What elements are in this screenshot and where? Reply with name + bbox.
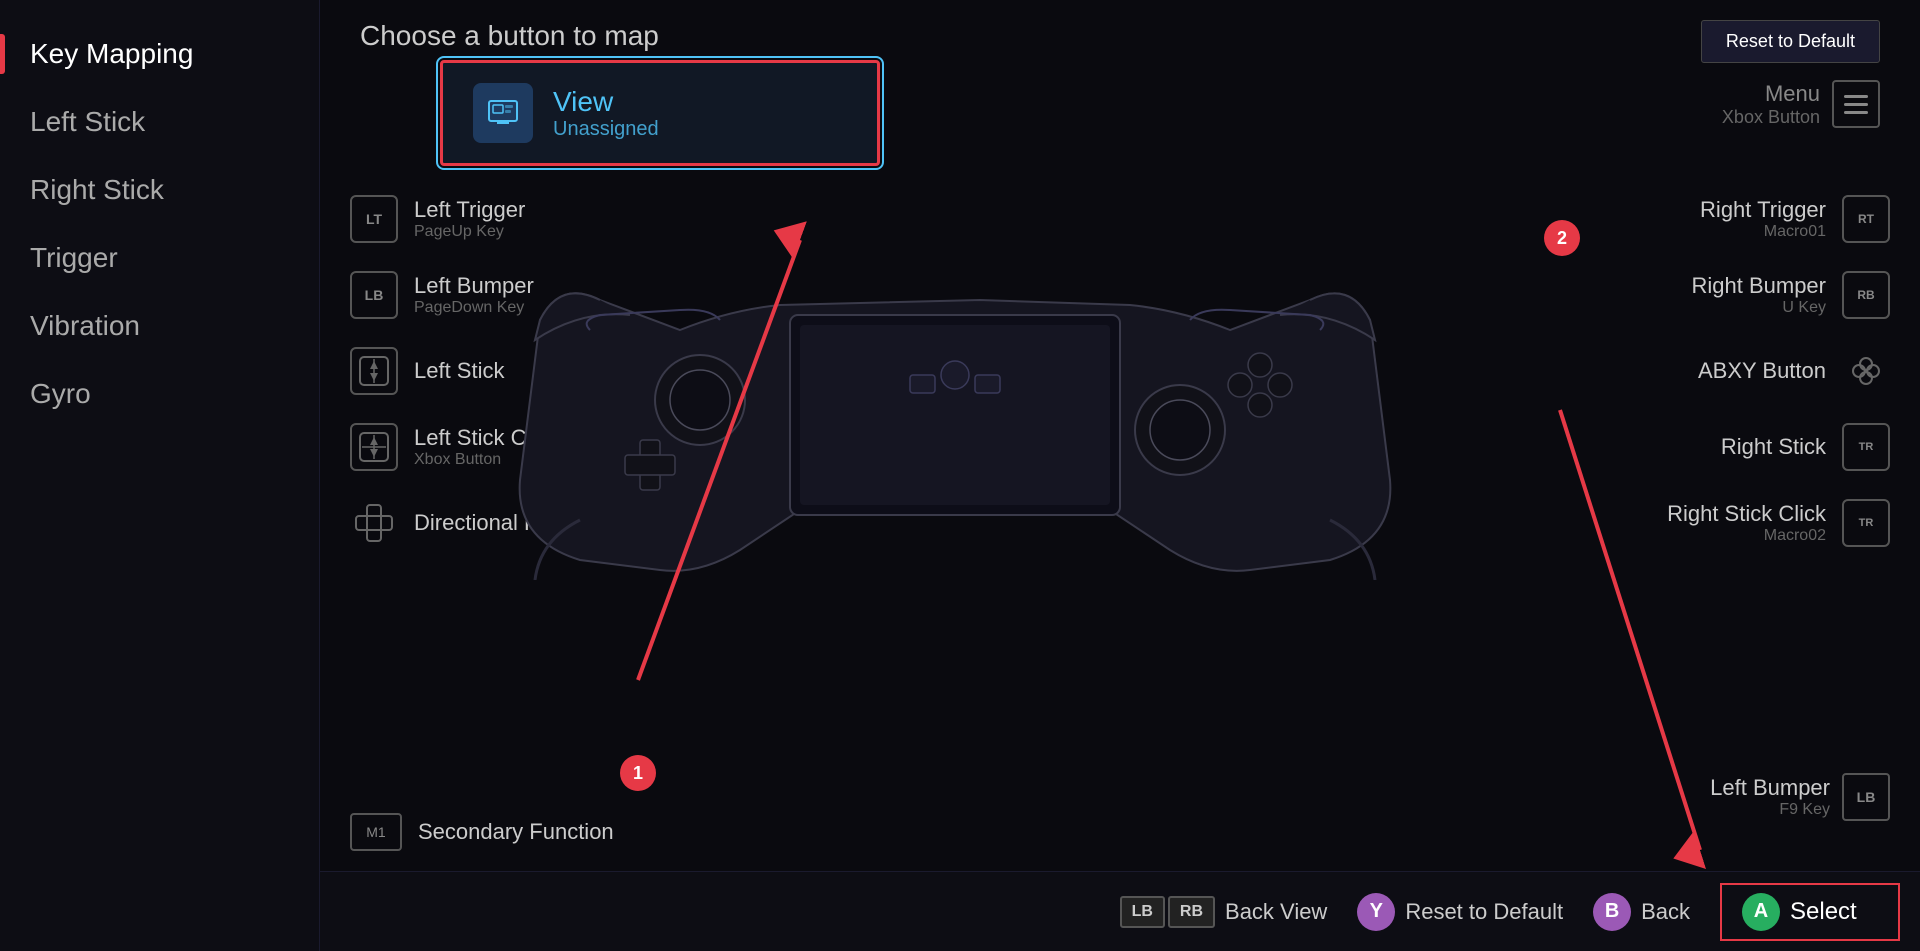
lt-icon: LT [350, 195, 398, 243]
reset-default-action: Y Reset to Default [1357, 893, 1563, 931]
badge-1: 1 [620, 755, 656, 791]
right-trigger-sub: Macro01 [1700, 223, 1826, 241]
sidebar-label-gyro: Gyro [30, 378, 91, 409]
reset-label: Reset to Default [1405, 899, 1563, 925]
right-bumper-name: Right Bumper [1691, 273, 1826, 299]
menu-label: Menu [1722, 81, 1820, 107]
sidebar-label-left-stick: Left Stick [30, 106, 145, 137]
sidebar-label-key-mapping: Key Mapping [30, 38, 193, 69]
lb-button[interactable]: LB [1120, 896, 1165, 928]
secondary-name: Secondary Function [418, 819, 614, 845]
right-bumper-info: Right Bumper U Key [1691, 273, 1826, 317]
bottom-bar: LB RB Back View Y Reset to Default B Bac… [320, 871, 1920, 951]
back-view-label: Back View [1225, 899, 1327, 925]
right-stick-row[interactable]: Right Stick TR [1510, 423, 1890, 471]
right-stick-click-name: Right Stick Click [1667, 501, 1826, 527]
back-view-action: LB RB Back View [1120, 896, 1328, 928]
menu-sub: Xbox Button [1722, 107, 1820, 128]
menu-icon [1832, 80, 1880, 128]
m1-icon: M1 [350, 813, 402, 851]
abxy-icon [1842, 347, 1890, 395]
choose-title: Choose a button to map [360, 20, 659, 52]
lb-icon: LB [350, 271, 398, 319]
right-stick-click-info: Right Stick Click Macro02 [1667, 501, 1826, 545]
right-bumper-row[interactable]: Right Bumper U Key RB [1510, 271, 1890, 319]
lb-bottom-icon: LB [1842, 773, 1890, 821]
right-stick-click-sub: Macro02 [1667, 527, 1826, 545]
dpad-icon [350, 499, 398, 547]
right-stick-info: Right Stick [1721, 434, 1826, 460]
rt-icon: RT [1842, 195, 1890, 243]
view-name: View [553, 86, 659, 118]
tr-icon: TR [1842, 423, 1890, 471]
secondary-info: Secondary Function [418, 819, 614, 845]
sidebar-label-right-stick: Right Stick [30, 174, 164, 205]
sidebar-item-right-stick[interactable]: Right Stick [0, 156, 319, 224]
gamepad-illustration [480, 200, 1430, 580]
lb-rb-combo: LB RB [1120, 896, 1215, 928]
right-trigger-info: Right Trigger Macro01 [1700, 197, 1826, 241]
back-label: Back [1641, 899, 1690, 925]
sidebar-label-trigger: Trigger [30, 242, 118, 273]
abxy-name: ABXY Button [1698, 358, 1826, 384]
right-stick-click-row[interactable]: Right Stick Click Macro02 TR [1510, 499, 1890, 547]
badge-2: 2 [1544, 220, 1580, 256]
sidebar-item-key-mapping[interactable]: Key Mapping [0, 20, 319, 88]
right-stick-name: Right Stick [1721, 434, 1826, 460]
tl-click-icon [350, 423, 398, 471]
lb-bottom-name: Left Bumper [1710, 775, 1830, 801]
abxy-info: ABXY Button [1698, 358, 1826, 384]
view-icon [473, 83, 533, 143]
sidebar-item-trigger[interactable]: Trigger [0, 224, 319, 292]
view-text: View Unassigned [553, 86, 659, 141]
lb-bottom-sub: F9 Key [1710, 801, 1830, 819]
tr-click-icon: TR [1842, 499, 1890, 547]
rb-icon: RB [1842, 271, 1890, 319]
b-button[interactable]: B [1593, 893, 1631, 931]
secondary-function-row[interactable]: M1 Secondary Function [350, 813, 614, 851]
view-selected-box: View Unassigned [440, 60, 880, 166]
select-label: Select [1790, 898, 1857, 926]
view-sub: Unassigned [553, 118, 659, 141]
sidebar-item-left-stick[interactable]: Left Stick [0, 88, 319, 156]
y-button[interactable]: Y [1357, 893, 1395, 931]
sidebar-item-gyro[interactable]: Gyro [0, 360, 319, 428]
menu-top-right: Menu Xbox Button [1722, 80, 1880, 128]
top-bar: Choose a button to map Reset to Default [320, 20, 1920, 63]
reset-to-default-button[interactable]: Reset to Default [1701, 20, 1880, 63]
main-content: Choose a button to map Reset to Default … [320, 0, 1920, 951]
sidebar-item-vibration[interactable]: Vibration [0, 292, 319, 360]
right-bumper-sub: U Key [1691, 299, 1826, 317]
abxy-row[interactable]: ABXY Button [1510, 347, 1890, 395]
back-action: B Back [1593, 893, 1690, 931]
sidebar: Key Mapping Left Stick Right Stick Trigg… [0, 0, 320, 951]
rb-button[interactable]: RB [1168, 896, 1215, 928]
select-action-box[interactable]: A Select [1720, 883, 1900, 941]
left-bumper-bottom: Left Bumper F9 Key LB [1710, 773, 1890, 821]
right-trigger-name: Right Trigger [1700, 197, 1826, 223]
tl-icon [350, 347, 398, 395]
sidebar-label-vibration: Vibration [30, 310, 140, 341]
a-button[interactable]: A [1742, 893, 1780, 931]
